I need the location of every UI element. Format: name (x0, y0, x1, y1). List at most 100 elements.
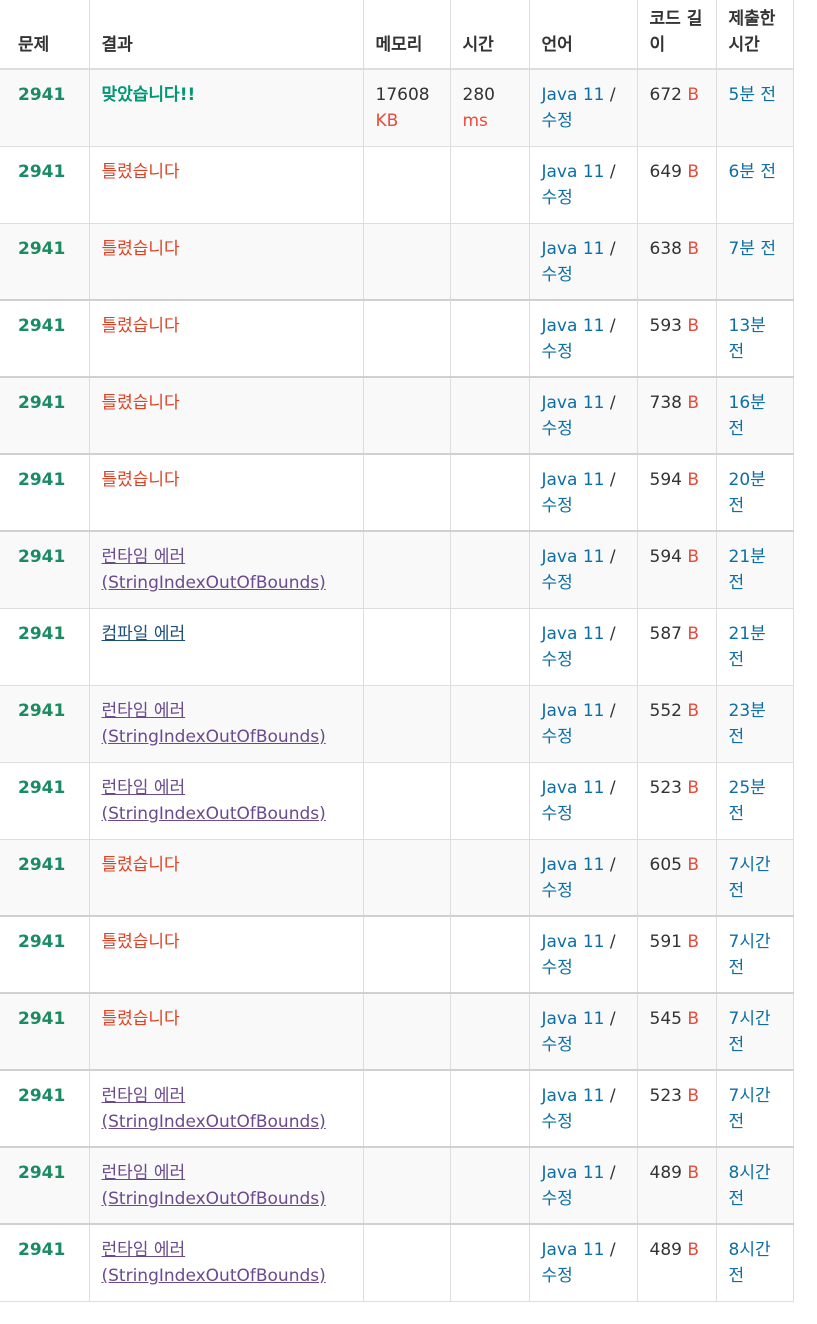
edit-link[interactable]: 수정 (542, 1112, 573, 1132)
problem-link[interactable]: 2941 (18, 470, 65, 490)
result-cell: 틀렸습니다 (88, 992, 364, 1071)
memory-cell (362, 992, 451, 1071)
edit-link[interactable]: 수정 (542, 265, 573, 285)
problem-link[interactable]: 2941 (18, 162, 65, 182)
problem-link[interactable]: 2941 (18, 316, 65, 336)
result-text[interactable]: 런타임 에러 (StringIndexOutOfBounds) (102, 1086, 326, 1132)
submitted-time-cell: 5분 전 (715, 68, 794, 147)
result-text[interactable]: 런타임 에러 (StringIndexOutOfBounds) (102, 1163, 326, 1209)
problem-link[interactable]: 2941 (18, 1009, 65, 1029)
table-header: 문제 결과 메모리 시간 언어 코드 길이 제출한 시간 (0, 0, 794, 70)
edit-link[interactable]: 수정 (542, 727, 573, 747)
edit-link[interactable]: 수정 (542, 188, 573, 208)
language-cell: Java 11 / 수정 (528, 1069, 638, 1148)
code-length-cell: 587 B (636, 607, 717, 686)
language-link[interactable]: Java 11 (542, 1086, 605, 1106)
code-length-cell: 738 B (636, 376, 717, 455)
edit-link[interactable]: 수정 (542, 1035, 573, 1055)
submitted-time-link[interactable]: 5분 전 (729, 85, 777, 105)
language-separator: / (609, 161, 616, 182)
submitted-time-link[interactable]: 8시간 전 (729, 1163, 771, 1209)
result-text[interactable]: 런타임 에러 (StringIndexOutOfBounds) (102, 1240, 326, 1286)
edit-link[interactable]: 수정 (542, 419, 573, 439)
edit-link[interactable]: 수정 (542, 1266, 573, 1286)
submitted-time-link[interactable]: 7시간 전 (729, 855, 771, 901)
edit-link[interactable]: 수정 (542, 573, 573, 593)
language-link[interactable]: Java 11 (542, 470, 605, 490)
header-memory: 메모리 (362, 0, 451, 70)
submitted-time-link[interactable]: 7분 전 (729, 239, 777, 259)
problem-link[interactable]: 2941 (18, 701, 65, 721)
result-cell: 런타임 에러 (StringIndexOutOfBounds) (88, 530, 364, 609)
edit-link[interactable]: 수정 (542, 881, 573, 901)
result-text: 틀렸습니다 (101, 470, 180, 490)
result-text[interactable]: 런타임 에러 (StringIndexOutOfBounds) (102, 701, 326, 747)
problem-link[interactable]: 2941 (18, 624, 65, 644)
code-length-value: 593 (649, 316, 682, 336)
problem-link[interactable]: 2941 (18, 85, 65, 105)
submitted-time-link[interactable]: 7시간 전 (729, 932, 771, 978)
submitted-time-link[interactable]: 25분 전 (729, 778, 766, 824)
problem-link[interactable]: 2941 (18, 778, 65, 798)
edit-link[interactable]: 수정 (542, 650, 573, 670)
problem-link[interactable]: 2941 (18, 1163, 65, 1183)
submitted-time-link[interactable]: 23분 전 (729, 701, 766, 747)
language-link[interactable]: Java 11 (542, 239, 605, 259)
language-cell: Java 11 / 수정 (528, 838, 638, 917)
submitted-time-link[interactable]: 8시간 전 (729, 1240, 771, 1286)
result-text[interactable]: 런타임 에러 (StringIndexOutOfBounds) (102, 547, 326, 593)
language-cell: Java 11 / 수정 (528, 530, 638, 609)
memory-cell (362, 607, 451, 686)
language-link[interactable]: Java 11 (542, 1163, 605, 1183)
language-link[interactable]: Java 11 (542, 1240, 605, 1260)
memory-cell (362, 1146, 451, 1225)
submitted-time-link[interactable]: 7시간 전 (729, 1009, 771, 1055)
code-length-unit: B (687, 1163, 700, 1183)
language-link[interactable]: Java 11 (542, 1009, 605, 1029)
problem-link[interactable]: 2941 (18, 547, 65, 567)
language-link[interactable]: Java 11 (542, 624, 605, 644)
language-link[interactable]: Java 11 (542, 547, 605, 567)
table-row: 2941 런타임 에러 (StringIndexOutOfBounds) Java … (0, 530, 794, 609)
code-length-value: 587 (649, 623, 682, 644)
edit-link[interactable]: 수정 (542, 342, 573, 362)
problem-link[interactable]: 2941 (18, 855, 65, 875)
language-link[interactable]: Java 11 (542, 932, 605, 952)
submitted-time-link[interactable]: 16분 전 (729, 393, 766, 439)
code-length-cell: 605 B (636, 838, 717, 917)
edit-link[interactable]: 수정 (542, 958, 573, 978)
language-link[interactable]: Java 11 (542, 701, 605, 721)
problem-link[interactable]: 2941 (18, 1240, 65, 1260)
code-length-cell: 523 B (636, 761, 717, 840)
edit-link[interactable]: 수정 (542, 496, 573, 516)
edit-link[interactable]: 수정 (542, 111, 573, 131)
table-row: 2941 틀렸습니다 Java 11 / 수정 593 B 13분 전 (0, 299, 794, 378)
language-link[interactable]: Java 11 (542, 85, 605, 105)
problem-cell: 2941 (0, 915, 90, 994)
submitted-time-link[interactable]: 20분 전 (729, 470, 766, 516)
edit-link[interactable]: 수정 (542, 804, 573, 824)
result-text[interactable]: 런타임 에러 (StringIndexOutOfBounds) (102, 778, 326, 824)
language-link[interactable]: Java 11 (542, 778, 605, 798)
language-link[interactable]: Java 11 (542, 855, 605, 875)
code-length-cell: 489 B (636, 1146, 717, 1225)
code-length-unit: B (687, 777, 700, 798)
problem-link[interactable]: 2941 (18, 932, 65, 952)
submitted-time-link[interactable]: 7시간 전 (729, 1086, 771, 1132)
problem-link[interactable]: 2941 (18, 239, 65, 259)
problem-link[interactable]: 2941 (18, 393, 65, 413)
language-link[interactable]: Java 11 (542, 316, 605, 336)
memory-cell (362, 145, 451, 224)
code-length-cell: 552 B (636, 684, 717, 763)
submitted-time-link[interactable]: 6분 전 (729, 162, 777, 182)
result-text[interactable]: 컴파일 에러 (102, 624, 186, 644)
submitted-time-link[interactable]: 13분 전 (729, 316, 766, 362)
problem-link[interactable]: 2941 (18, 1086, 65, 1106)
language-link[interactable]: Java 11 (542, 162, 605, 182)
edit-link[interactable]: 수정 (542, 1189, 573, 1209)
memory-cell (362, 222, 451, 301)
code-length-cell: 591 B (636, 915, 717, 994)
submitted-time-link[interactable]: 21분 전 (729, 624, 766, 670)
language-link[interactable]: Java 11 (542, 393, 605, 413)
submitted-time-link[interactable]: 21분 전 (729, 547, 766, 593)
